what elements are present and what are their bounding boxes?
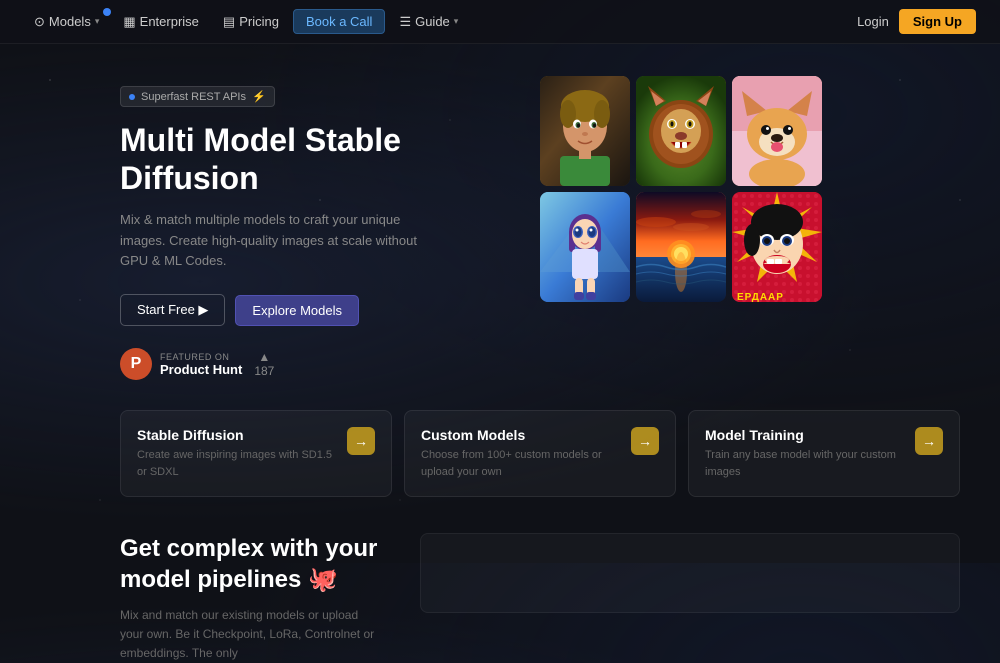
hero-image-boy [540, 76, 630, 186]
bottom-title: Get complex with your model pipelines 🐙 [120, 533, 380, 595]
hero-title: Multi Model Stable Diffusion [120, 121, 500, 198]
features-section: Stable Diffusion Create awe inspiring im… [0, 410, 1000, 497]
nav-item-book-call[interactable]: Book a Call [293, 9, 385, 34]
bottom-desc: Mix and match our existing models or upl… [120, 606, 380, 663]
explore-models-button[interactable]: Explore Models [235, 295, 359, 326]
models-icon: ⊙ [34, 14, 45, 30]
hero-section: Superfast REST APIs ⚡ Multi Model Stable… [0, 44, 1000, 400]
hero-image-corgi [732, 76, 822, 186]
feature-custom-models-content: Custom Models Choose from 100+ custom mo… [421, 427, 621, 480]
hero-buttons: Start Free ▶ Explore Models [120, 294, 500, 326]
feature-stable-diffusion-arrow[interactable]: → [347, 427, 375, 455]
hero-image-grid: ЕРДААР [540, 76, 822, 302]
product-hunt-info: FEATURED ON Product Hunt [160, 352, 242, 377]
svg-text:ЕРДААР: ЕРДААР [737, 292, 784, 302]
nav-guide-label: Guide [415, 14, 450, 29]
product-hunt-badge[interactable]: P FEATURED ON Product Hunt ▲ 187 [120, 348, 500, 380]
hero-image-lion [636, 76, 726, 186]
feature-stable-diffusion-title: Stable Diffusion [137, 427, 337, 443]
feature-card-model-training: Model Training Train any base model with… [688, 410, 960, 497]
start-free-button[interactable]: Start Free ▶ [120, 294, 225, 326]
hero-badge: Superfast REST APIs ⚡ [120, 86, 275, 107]
notification-badge [103, 8, 111, 16]
feature-custom-models-arrow[interactable]: → [631, 427, 659, 455]
hero-subtitle: Mix & match multiple models to craft you… [120, 210, 440, 272]
product-hunt-logo: P [120, 348, 152, 380]
hero-image-sunset [636, 192, 726, 302]
bottom-left: Get complex with your model pipelines 🐙 … [120, 533, 380, 663]
feature-custom-models-title: Custom Models [421, 427, 621, 443]
chevron-down-icon: ▾ [95, 16, 100, 27]
nav-item-models[interactable]: ⊙ Models ▾ [24, 10, 109, 34]
badge-text: Superfast REST APIs [141, 91, 246, 103]
feature-model-training-content: Model Training Train any base model with… [705, 427, 905, 480]
navbar: ⊙ Models ▾ ▦ Enterprise ▤ Pricing Book a… [0, 0, 1000, 44]
nav-models-label: Models [49, 14, 91, 29]
feature-card-custom-models: Custom Models Choose from 100+ custom mo… [404, 410, 676, 497]
nav-pricing-label: Pricing [239, 14, 279, 29]
pricing-icon: ▤ [223, 14, 235, 30]
ph-count: 187 [254, 364, 274, 378]
badge-icon: ⚡ [252, 90, 266, 103]
ph-arrow-icon: ▲ [258, 350, 270, 364]
feature-card-stable-diffusion: Stable Diffusion Create awe inspiring im… [120, 410, 392, 497]
feature-model-training-title: Model Training [705, 427, 905, 443]
nav-book-call-label: Book a Call [306, 14, 372, 29]
nav-right: Login Sign Up [857, 9, 976, 34]
signup-button[interactable]: Sign Up [899, 9, 976, 34]
ph-votes: ▲ 187 [254, 350, 274, 378]
feature-model-training-desc: Train any base model with your custom im… [705, 447, 905, 480]
feature-stable-diffusion-content: Stable Diffusion Create awe inspiring im… [137, 427, 337, 480]
hero-image-anime-girl [540, 192, 630, 302]
badge-dot [129, 94, 135, 100]
login-button[interactable]: Login [857, 14, 889, 29]
nav-enterprise-label: Enterprise [140, 14, 199, 29]
feature-stable-diffusion-desc: Create awe inspiring images with SD1.5 o… [137, 447, 337, 480]
bottom-section: Get complex with your model pipelines 🐙 … [0, 505, 1000, 663]
guide-icon: ☰ [399, 14, 411, 30]
enterprise-icon: ▦ [123, 14, 135, 30]
hero-image-pop-art: ЕРДААР [732, 192, 822, 302]
nav-left: ⊙ Models ▾ ▦ Enterprise ▤ Pricing Book a… [24, 9, 857, 34]
ph-featured-label: FEATURED ON [160, 352, 242, 362]
chevron-down-guide-icon: ▾ [454, 16, 459, 27]
feature-model-training-arrow[interactable]: → [915, 427, 943, 455]
nav-item-pricing[interactable]: ▤ Pricing [213, 10, 289, 34]
hero-left: Superfast REST APIs ⚡ Multi Model Stable… [120, 76, 500, 380]
nav-item-guide[interactable]: ☰ Guide ▾ [389, 10, 468, 34]
feature-custom-models-desc: Choose from 100+ custom models or upload… [421, 447, 621, 480]
ph-name: Product Hunt [160, 362, 242, 377]
bottom-preview-panel [420, 533, 960, 613]
nav-item-enterprise[interactable]: ▦ Enterprise [113, 10, 209, 34]
